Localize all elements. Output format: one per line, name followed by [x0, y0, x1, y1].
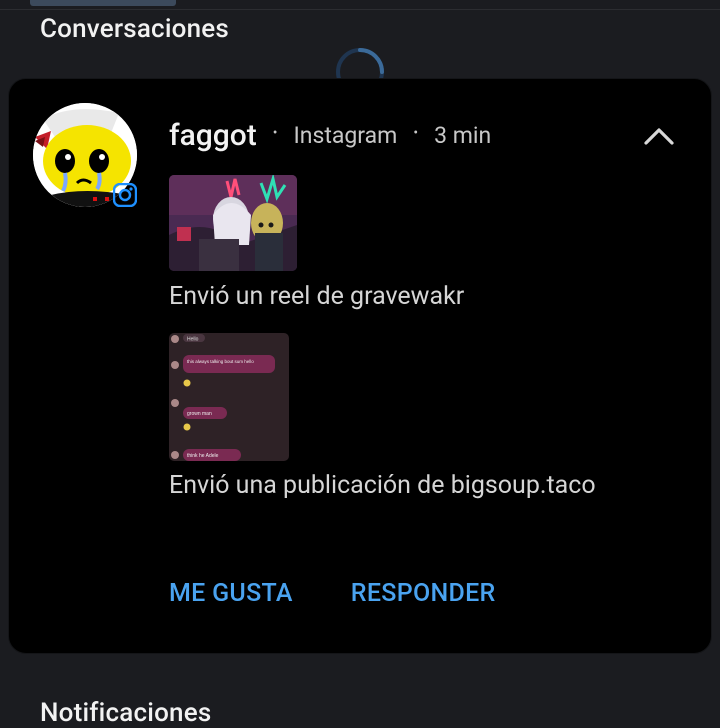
status-strip	[0, 0, 720, 10]
notification-header: faggot • Instagram • 3 min	[169, 113, 491, 157]
section-title-conversations: Conversaciones	[40, 14, 229, 44]
reply-button[interactable]: RESPONDER	[351, 579, 496, 608]
chat-line: grown man	[187, 411, 212, 417]
collapse-button[interactable]	[639, 119, 679, 153]
like-button[interactable]: ME GUSTA	[169, 579, 293, 608]
app-name: Instagram	[293, 121, 398, 149]
chat-line: this always talking bout sum hello	[187, 359, 254, 364]
separator-dot: •	[272, 125, 278, 141]
message-text: Envió una publicación de bigsoup.taco	[169, 471, 596, 500]
chat-line: think he Adele	[187, 453, 219, 459]
timestamp: 3 min	[434, 121, 492, 149]
section-title-notifications: Notificaciones	[40, 698, 212, 728]
notification-card[interactable]: faggot • Instagram • 3 min Envió un reel…	[8, 78, 712, 654]
sender-name: faggot	[169, 117, 257, 153]
instagram-icon	[113, 183, 137, 207]
separator-dot: •	[413, 125, 419, 141]
tab-indicator	[30, 0, 176, 6]
chat-line: Hello	[187, 337, 199, 343]
post-thumbnail[interactable]: Hello this always talking bout sum hello…	[169, 333, 289, 461]
chevron-up-icon	[644, 128, 674, 145]
message-text: Envió un reel de gravewakr	[169, 282, 465, 311]
notification-actions: ME GUSTA RESPONDER	[169, 579, 496, 608]
reel-thumbnail[interactable]	[169, 175, 297, 271]
